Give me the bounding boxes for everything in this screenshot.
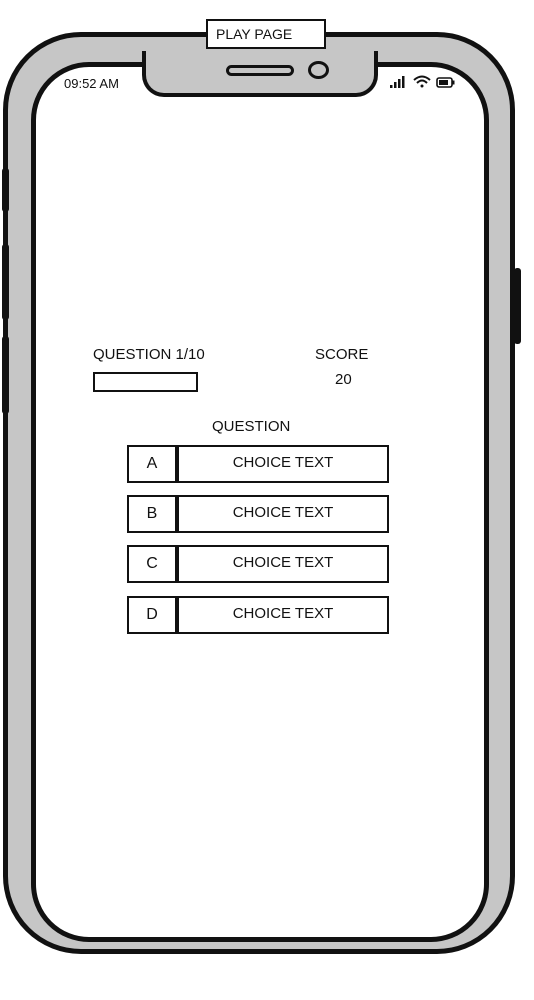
silent-switch (2, 168, 9, 212)
page-title: PLAY PAGE (206, 19, 326, 49)
choice-letter: D (127, 596, 177, 634)
choice-text: CHOICE TEXT (177, 495, 389, 533)
choice-c-button[interactable]: C CHOICE TEXT (127, 545, 389, 583)
score-label: SCORE (315, 346, 369, 363)
choice-a-button[interactable]: A CHOICE TEXT (127, 445, 389, 483)
choice-text: CHOICE TEXT (177, 545, 389, 583)
score-value: 20 (335, 371, 352, 388)
question-text: QUESTION (212, 418, 291, 435)
choice-letter: B (127, 495, 177, 533)
battery-icon (436, 77, 455, 88)
question-progress-bar (93, 372, 198, 392)
choice-text: CHOICE TEXT (177, 445, 389, 483)
status-icons (388, 74, 458, 90)
power-button (514, 268, 521, 344)
front-camera (308, 61, 329, 79)
volume-down-button (2, 336, 9, 414)
choice-letter: C (127, 545, 177, 583)
choice-letter: A (127, 445, 177, 483)
speaker-grille (226, 65, 294, 76)
question-counter: QUESTION 1/10 (93, 346, 205, 363)
signal-icon (390, 76, 405, 88)
volume-up-button (2, 244, 9, 320)
wifi-icon (413, 75, 431, 88)
status-time: 09:52 AM (64, 76, 119, 91)
choice-text: CHOICE TEXT (177, 596, 389, 634)
choice-d-button[interactable]: D CHOICE TEXT (127, 596, 389, 634)
choice-b-button[interactable]: B CHOICE TEXT (127, 495, 389, 533)
